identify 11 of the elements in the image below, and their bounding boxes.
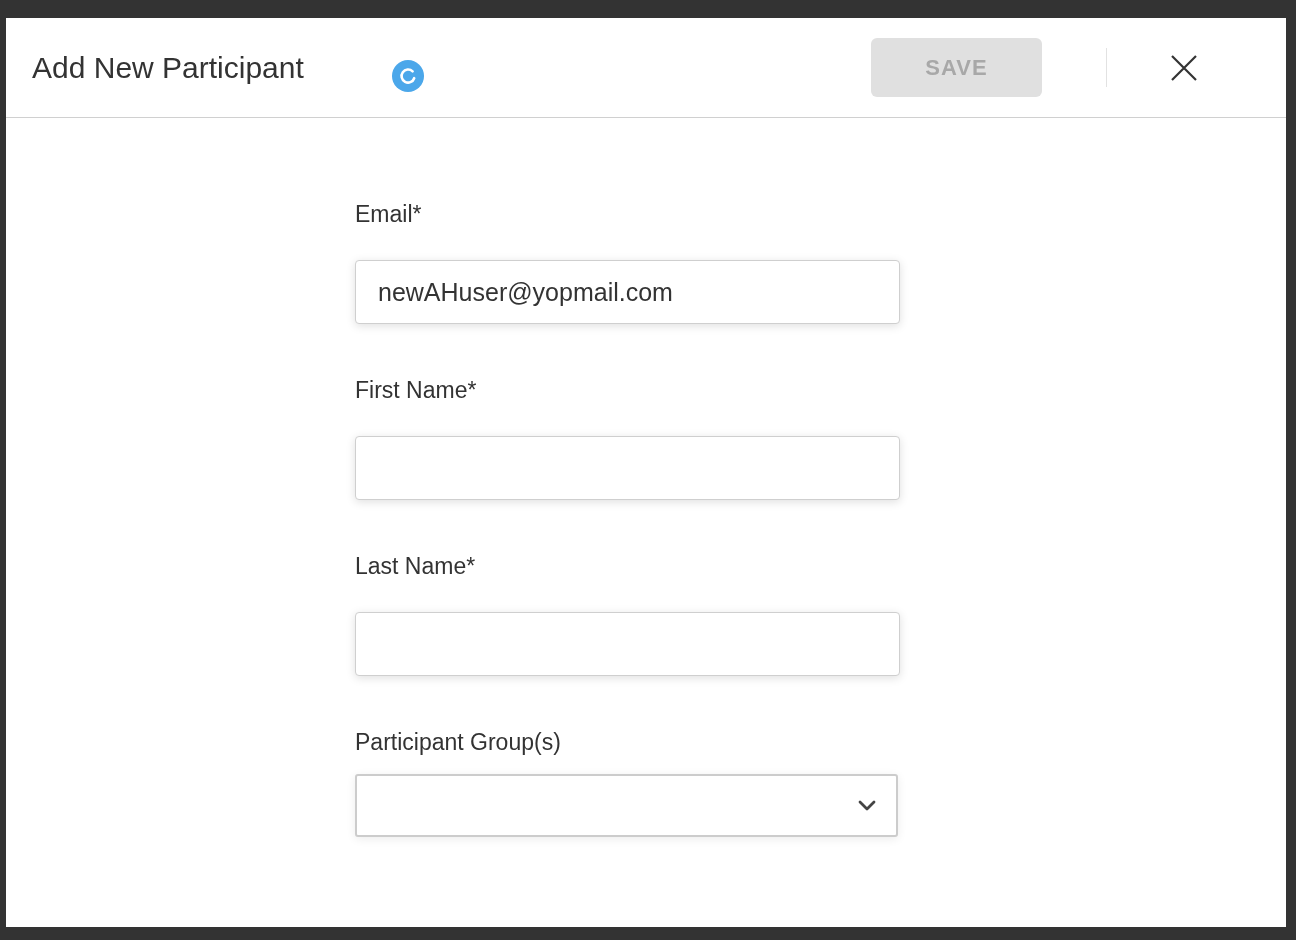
field-label: Last Name* (355, 552, 476, 580)
text-field[interactable]: newAHuser@yopmail.com (355, 260, 900, 324)
text-field[interactable] (355, 436, 900, 500)
field-label: First Name* (355, 376, 477, 404)
close-icon[interactable] (1171, 54, 1197, 81)
field-label: Participant Group(s) (355, 728, 561, 756)
chevron-down-icon (858, 800, 876, 811)
text-field[interactable] (355, 612, 900, 676)
dropdown-field[interactable] (355, 774, 898, 837)
field-label: Email* (355, 200, 422, 228)
dialog-title: Add New Participant (32, 50, 304, 85)
